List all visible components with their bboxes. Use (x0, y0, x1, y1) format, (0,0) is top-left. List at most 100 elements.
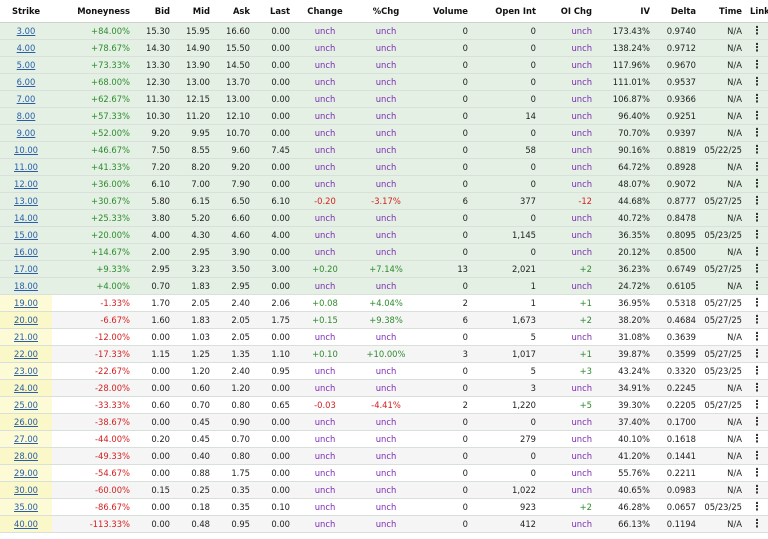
strike-link[interactable]: 14.00 (14, 213, 38, 223)
vertical-ellipsis-icon[interactable]: ⋮ (752, 500, 763, 513)
col-header-open-int[interactable]: Open Int (472, 0, 540, 23)
vertical-ellipsis-icon[interactable]: ⋮ (752, 75, 763, 88)
col-header-volume[interactable]: Volume (416, 0, 472, 23)
strike-link[interactable]: 24.00 (14, 383, 38, 393)
strike-link[interactable]: 16.00 (14, 247, 38, 257)
strike-link[interactable]: 4.00 (17, 43, 36, 53)
strike-link[interactable]: 6.00 (17, 77, 36, 87)
links-cell: ⋮ (746, 56, 768, 74)
oi-chg-cell: unch (540, 515, 596, 533)
strike-link[interactable]: 28.00 (14, 451, 38, 461)
vertical-ellipsis-icon[interactable]: ⋮ (752, 177, 763, 190)
vertical-ellipsis-icon[interactable]: ⋮ (752, 381, 763, 394)
vertical-ellipsis-icon[interactable]: ⋮ (752, 415, 763, 428)
vertical-ellipsis-icon[interactable]: ⋮ (752, 364, 763, 377)
vertical-ellipsis-icon[interactable]: ⋮ (752, 449, 763, 462)
vertical-ellipsis-icon[interactable]: ⋮ (752, 279, 763, 292)
vertical-ellipsis-icon[interactable]: ⋮ (752, 262, 763, 275)
strike-link[interactable]: 7.00 (17, 94, 36, 104)
mid-cell: 4.30 (174, 226, 214, 244)
strike-link[interactable]: 3.00 (17, 26, 36, 36)
vertical-ellipsis-icon[interactable]: ⋮ (752, 228, 763, 241)
strike-link[interactable]: 15.00 (14, 230, 38, 240)
iv-cell: 66.13% (596, 515, 654, 533)
change-cell: unch (294, 209, 356, 227)
col-header-time[interactable]: Time (700, 0, 746, 23)
vertical-ellipsis-icon[interactable]: ⋮ (752, 347, 763, 360)
table-row: 5.00 +73.33% 13.30 13.90 14.50 0.00 unch unch 0 0… (0, 56, 768, 74)
vertical-ellipsis-icon[interactable]: ⋮ (752, 330, 763, 343)
strike-link[interactable]: 21.00 (14, 332, 38, 342)
mid-cell: 0.88 (174, 464, 214, 482)
moneyness-cell: +36.00% (52, 175, 134, 193)
strike-link[interactable]: 27.00 (14, 434, 38, 444)
vertical-ellipsis-icon[interactable]: ⋮ (752, 109, 763, 122)
bid-cell: 7.50 (134, 141, 174, 159)
col-header-oi-chg[interactable]: OI Chg (540, 0, 596, 23)
ask-cell: 2.05 (214, 311, 254, 329)
change-cell: unch (294, 481, 356, 499)
strike-link[interactable]: 8.00 (17, 111, 36, 121)
strike-link[interactable]: 9.00 (17, 128, 36, 138)
col-header-bid[interactable]: Bid (134, 0, 174, 23)
vertical-ellipsis-icon[interactable]: ⋮ (752, 245, 763, 258)
volume-cell: 0 (416, 209, 472, 227)
moneyness-cell: -1.33% (52, 294, 134, 312)
vertical-ellipsis-icon[interactable]: ⋮ (752, 313, 763, 326)
strike-link[interactable]: 40.00 (14, 519, 38, 529)
vertical-ellipsis-icon[interactable]: ⋮ (752, 483, 763, 496)
links-cell: ⋮ (746, 379, 768, 397)
delta-cell: 0.8500 (654, 243, 700, 261)
strike-link[interactable]: 12.00 (14, 179, 38, 189)
vertical-ellipsis-icon[interactable]: ⋮ (752, 466, 763, 479)
col-header-strike[interactable]: Strike (0, 0, 52, 23)
vertical-ellipsis-icon[interactable]: ⋮ (752, 432, 763, 445)
strike-link[interactable]: 25.00 (14, 400, 38, 410)
strike-link[interactable]: 29.00 (14, 468, 38, 478)
col-header-delta[interactable]: Delta (654, 0, 700, 23)
vertical-ellipsis-icon[interactable]: ⋮ (752, 143, 763, 156)
vertical-ellipsis-icon[interactable]: ⋮ (752, 517, 763, 530)
vertical-ellipsis-icon[interactable]: ⋮ (752, 296, 763, 309)
open-int-cell: 0 (472, 73, 540, 91)
strike-link[interactable]: 35.00 (14, 502, 38, 512)
vertical-ellipsis-icon[interactable]: ⋮ (752, 194, 763, 207)
strike-link[interactable]: 17.00 (14, 264, 38, 274)
volume-cell: 6 (416, 192, 472, 210)
bid-cell: 0.15 (134, 481, 174, 499)
col-header-links: Links (746, 0, 768, 23)
vertical-ellipsis-icon[interactable]: ⋮ (752, 160, 763, 173)
vertical-ellipsis-icon[interactable]: ⋮ (752, 41, 763, 54)
last-cell: 0.00 (254, 107, 294, 125)
strike-link[interactable]: 11.00 (14, 162, 38, 172)
vertical-ellipsis-icon[interactable]: ⋮ (752, 398, 763, 411)
oi-chg-cell: unch (540, 175, 596, 193)
last-cell: 2.06 (254, 294, 294, 312)
time-cell: N/A (700, 277, 746, 295)
col-header-pct-chg[interactable]: %Chg (356, 0, 416, 23)
vertical-ellipsis-icon[interactable]: ⋮ (752, 126, 763, 139)
vertical-ellipsis-icon[interactable]: ⋮ (752, 24, 763, 37)
col-header-iv[interactable]: IV (596, 0, 654, 23)
strike-link[interactable]: 20.00 (14, 315, 38, 325)
vertical-ellipsis-icon[interactable]: ⋮ (752, 58, 763, 71)
ask-cell: 2.40 (214, 362, 254, 380)
strike-link[interactable]: 13.00 (14, 196, 38, 206)
col-header-last[interactable]: Last (254, 0, 294, 23)
col-header-mid[interactable]: Mid (174, 0, 214, 23)
col-header-change[interactable]: Change (294, 0, 356, 23)
strike-link[interactable]: 10.00 (14, 145, 38, 155)
strike-link[interactable]: 23.00 (14, 366, 38, 376)
strike-link[interactable]: 22.00 (14, 349, 38, 359)
links-cell: ⋮ (746, 396, 768, 414)
vertical-ellipsis-icon[interactable]: ⋮ (752, 92, 763, 105)
oi-chg-cell: unch (540, 277, 596, 295)
strike-link[interactable]: 18.00 (14, 281, 38, 291)
col-header-moneyness[interactable]: Moneyness (52, 0, 134, 23)
strike-link[interactable]: 30.00 (14, 485, 38, 495)
strike-link[interactable]: 5.00 (17, 60, 36, 70)
vertical-ellipsis-icon[interactable]: ⋮ (752, 211, 763, 224)
strike-link[interactable]: 19.00 (14, 298, 38, 308)
col-header-ask[interactable]: Ask (214, 0, 254, 23)
strike-link[interactable]: 26.00 (14, 417, 38, 427)
